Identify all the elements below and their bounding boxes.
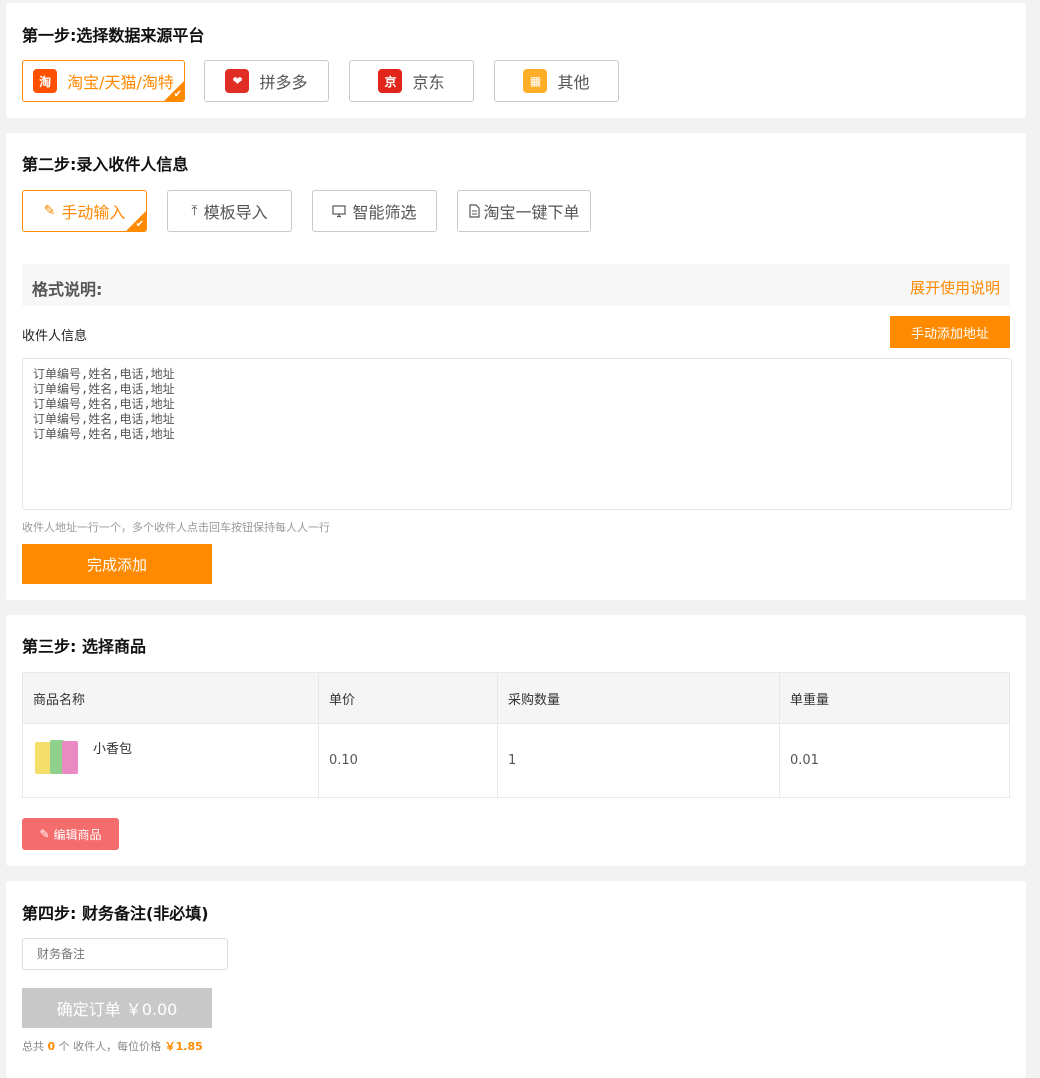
- pencil-icon: ✎: [43, 203, 56, 219]
- step1-title: 第一步:选择数据来源平台: [22, 26, 205, 45]
- taobao-icon: 淘: [33, 69, 58, 93]
- unit-price: ￥1.85: [164, 1040, 203, 1053]
- quantity-cell: 1: [497, 723, 780, 798]
- method-smart-button[interactable]: 智能筛选: [312, 190, 437, 232]
- step4-card: 第四步: 财务备注(非必填) 确定订单 ￥0.00 总共 0 个 收件人，每位价…: [6, 881, 1026, 1078]
- check-icon: ✔: [173, 89, 182, 100]
- product-cell: 小香包: [22, 723, 319, 798]
- check-icon: ✔: [135, 219, 144, 230]
- document-icon: [468, 204, 481, 218]
- manual-add-address-button[interactable]: 手动添加地址: [890, 316, 1010, 348]
- method-taobao-button[interactable]: 淘宝一键下单: [457, 190, 591, 232]
- recipient-label: 收件人信息: [22, 329, 88, 344]
- recipient-textarea[interactable]: [22, 358, 1012, 510]
- method-template-label: 模板导入: [203, 203, 268, 222]
- col-weight: 单重量: [779, 672, 1010, 724]
- recipient-hint: 收件人地址一行一个，多个收件人点击回车按钮保持每人人一行: [22, 521, 330, 534]
- platform-pinduoduo-label: 拼多多: [259, 73, 308, 92]
- col-quantity: 采购数量: [497, 672, 780, 724]
- finance-remark-input[interactable]: [22, 938, 228, 970]
- step1-card: 第一步:选择数据来源平台 淘 淘宝/天猫/淘特 ✔ ❤ 拼多多 京 京东 ▦ 其…: [6, 3, 1026, 118]
- platform-jd-button[interactable]: 京 京东: [349, 60, 474, 102]
- method-smart-label: 智能筛选: [352, 203, 417, 222]
- col-product-name: 商品名称: [22, 672, 319, 724]
- platform-pinduoduo-button[interactable]: ❤ 拼多多: [204, 60, 329, 102]
- pinduoduo-icon: ❤: [225, 69, 250, 93]
- platform-other-label: 其他: [557, 73, 590, 92]
- table-header-row: 商品名称 单价 采购数量 单重量: [22, 672, 1010, 724]
- confirm-order-button[interactable]: 确定订单 ￥0.00: [22, 988, 212, 1028]
- order-summary: 总共 0 个 收件人，每位价格 ￥1.85: [22, 1038, 203, 1054]
- step2-card: 第二步:录入收件人信息 ✎ 手动输入 ✔ ⤒ 模板导入 智能筛选 淘宝一键下单 …: [6, 133, 1026, 600]
- grid-icon: ▦: [523, 69, 548, 93]
- product-thumbnail: [33, 738, 83, 778]
- pencil-icon: ✎: [39, 827, 50, 841]
- platform-other-button[interactable]: ▦ 其他: [494, 60, 619, 102]
- step4-title: 第四步: 财务备注(非必填): [22, 904, 209, 923]
- table-row: 小香包 0.10 1 0.01: [22, 723, 1010, 798]
- product-table: 商品名称 单价 采购数量 单重量 小香包 0.10 1 0.01: [22, 672, 1010, 798]
- product-name: 小香包: [93, 742, 133, 757]
- weight-cell: 0.01: [779, 723, 1010, 798]
- platform-taobao-label: 淘宝/天猫/淘特: [67, 73, 174, 92]
- method-manual-label: 手动输入: [61, 203, 126, 222]
- format-title: 格式说明:: [32, 280, 103, 299]
- recipient-count: 0: [47, 1040, 56, 1053]
- step3-title: 第三步: 选择商品: [22, 637, 146, 656]
- expand-instructions-link[interactable]: 展开使用说明: [910, 277, 1000, 298]
- method-template-button[interactable]: ⤒ 模板导入: [167, 190, 292, 232]
- method-taobao-label: 淘宝一键下单: [483, 203, 580, 222]
- platform-jd-label: 京东: [412, 73, 445, 92]
- complete-add-button[interactable]: 完成添加: [22, 544, 212, 584]
- edit-product-button[interactable]: ✎ 编辑商品: [22, 818, 119, 850]
- upload-icon: ⤒: [191, 203, 198, 219]
- platform-taobao-button[interactable]: 淘 淘宝/天猫/淘特 ✔: [22, 60, 185, 102]
- jd-icon: 京: [378, 69, 403, 93]
- price-cell: 0.10: [318, 723, 498, 798]
- summary-middle: 个 收件人，每位价格: [58, 1040, 162, 1053]
- edit-product-label: 编辑商品: [53, 827, 102, 842]
- col-unit-price: 单价: [318, 672, 498, 724]
- summary-prefix: 总共: [22, 1040, 44, 1053]
- format-bar: 格式说明: 展开使用说明: [22, 264, 1010, 306]
- step3-card: 第三步: 选择商品 商品名称 单价 采购数量 单重量 小香包 0.10 1 0.…: [6, 615, 1026, 866]
- monitor-icon: [332, 204, 347, 218]
- step2-title: 第二步:录入收件人信息: [22, 155, 189, 174]
- method-manual-button[interactable]: ✎ 手动输入 ✔: [22, 190, 147, 232]
